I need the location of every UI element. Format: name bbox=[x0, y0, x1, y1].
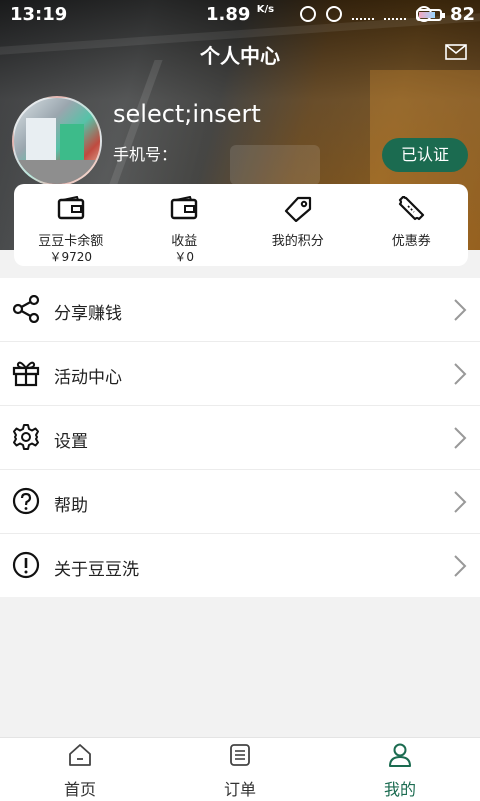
menu-item-label: 活动中心 bbox=[54, 368, 122, 388]
menu-item-settings[interactable]: 设置 bbox=[0, 406, 480, 470]
tag-icon bbox=[284, 196, 311, 222]
menu-item-label: 分享赚钱 bbox=[54, 304, 122, 324]
signal-4g-icon bbox=[384, 8, 406, 20]
menu-item-activities[interactable]: 活动中心 bbox=[0, 342, 480, 406]
tab-mine[interactable]: 我的 bbox=[320, 738, 480, 801]
stat-label: 豆豆卡余额 bbox=[38, 234, 104, 249]
alarm-icon bbox=[300, 6, 316, 22]
stat-label: 优惠券 bbox=[391, 234, 431, 249]
phone-label: 手机号： bbox=[113, 145, 178, 164]
user-icon bbox=[389, 743, 411, 767]
wallet-icon bbox=[57, 196, 84, 220]
menu-item-label: 关于豆豆洗 bbox=[54, 560, 139, 580]
share-icon bbox=[12, 295, 40, 323]
status-icons bbox=[300, 6, 432, 22]
stat-value: ￥9720 bbox=[49, 250, 93, 264]
help-icon bbox=[12, 487, 40, 515]
chevron-right-icon bbox=[454, 427, 467, 449]
menu-item-label: 帮助 bbox=[54, 496, 88, 516]
signal-icon bbox=[352, 8, 374, 20]
chevron-right-icon bbox=[454, 555, 467, 577]
tab-label: 订单 bbox=[223, 780, 256, 799]
stats-card: 豆豆卡余额 ￥9720 收益 ￥0 我的积分 优惠券 bbox=[14, 184, 468, 266]
mail-icon[interactable] bbox=[445, 44, 467, 60]
tab-label: 我的 bbox=[383, 780, 416, 799]
tab-home[interactable]: 首页 bbox=[0, 738, 160, 801]
verified-badge[interactable]: 已认证 bbox=[382, 138, 468, 172]
wallet-icon bbox=[171, 196, 198, 220]
tab-orders[interactable]: 订单 bbox=[160, 738, 320, 801]
stat-card-balance[interactable]: 豆豆卡余额 ￥9720 bbox=[14, 184, 128, 266]
stat-label: 我的积分 bbox=[271, 234, 324, 249]
stat-earnings[interactable]: 收益 ￥0 bbox=[128, 184, 242, 266]
ticket-icon bbox=[399, 196, 425, 221]
username: select;insert bbox=[113, 100, 261, 128]
menu-item-help[interactable]: 帮助 bbox=[0, 470, 480, 534]
menu-item-label: 设置 bbox=[54, 432, 88, 452]
avatar[interactable] bbox=[12, 96, 102, 186]
battery-icon bbox=[416, 9, 445, 21]
tab-label: 首页 bbox=[63, 780, 96, 799]
status-time: 13:19 bbox=[10, 4, 68, 25]
menu-item-about[interactable]: 关于豆豆洗 bbox=[0, 534, 480, 597]
chevron-right-icon bbox=[454, 491, 467, 513]
stat-value: ￥0 bbox=[174, 250, 195, 264]
chevron-right-icon bbox=[454, 363, 467, 385]
battery-percent: 82 bbox=[450, 4, 476, 25]
stat-points[interactable]: 我的积分 bbox=[241, 184, 355, 266]
status-bar: 13:19 1.89 K/s 82 bbox=[0, 0, 480, 30]
info-icon bbox=[12, 551, 40, 579]
network-speed: 1.89 K/s bbox=[206, 4, 275, 25]
vibrate-icon bbox=[326, 6, 342, 22]
stat-coupons[interactable]: 优惠券 bbox=[355, 184, 469, 266]
gift-icon bbox=[12, 361, 40, 387]
chevron-right-icon bbox=[454, 299, 467, 321]
gear-icon bbox=[13, 424, 39, 450]
home-icon bbox=[69, 744, 91, 766]
stat-label: 收益 bbox=[171, 234, 198, 249]
bottom-nav: 首页 订单 我的 bbox=[0, 737, 480, 801]
page-title: 个人中心 bbox=[200, 44, 280, 68]
menu-item-share[interactable]: 分享赚钱 bbox=[0, 278, 480, 342]
orders-icon bbox=[230, 744, 250, 766]
menu-list: 分享赚钱 活动中心 设置 帮助 关于豆豆洗 bbox=[0, 278, 480, 597]
